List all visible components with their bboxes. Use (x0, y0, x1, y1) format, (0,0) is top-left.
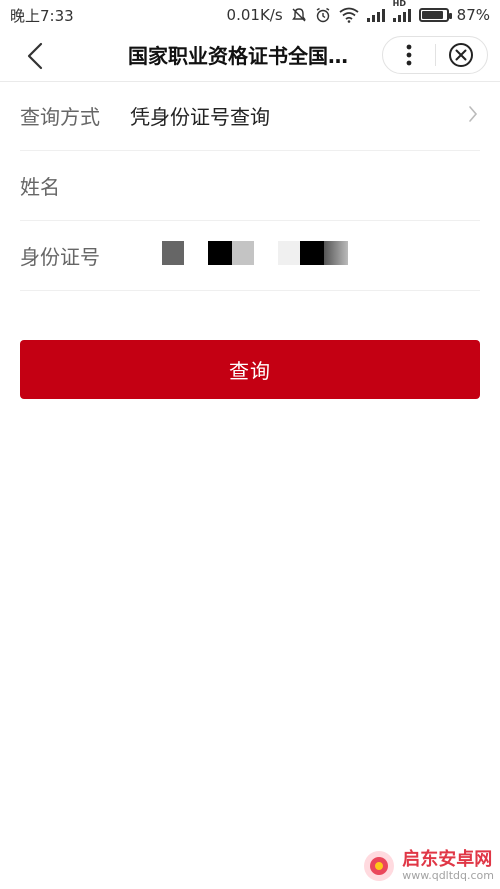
nav-bar: 国家职业资格证书全国… (0, 30, 500, 82)
page-title: 国家职业资格证书全国… (128, 44, 348, 68)
more-button[interactable] (383, 37, 435, 73)
query-method-row[interactable]: 查询方式 凭身份证号查询 (20, 81, 480, 151)
alarm-icon (315, 7, 331, 23)
battery-percent: 87% (456, 6, 490, 24)
redacted-block (300, 240, 324, 265)
chevron-right-icon (469, 106, 478, 122)
status-time: 晚上7:33 (10, 6, 74, 25)
watermark-text: 启东安卓网 www.qdltdq.com (402, 850, 494, 882)
redacted-block (208, 240, 232, 265)
watermark-title: 启东安卓网 (402, 849, 493, 871)
network-speed: 0.01K/s (226, 6, 283, 24)
close-button[interactable] (436, 37, 488, 73)
mini-program-capsule (382, 36, 488, 74)
id-number-input[interactable] (130, 240, 430, 271)
redacted-block (324, 240, 348, 265)
signal-icon (366, 8, 385, 22)
logo-icon (364, 851, 395, 881)
query-method-label: 查询方式 (20, 105, 100, 129)
id-row: 身份证号 (20, 221, 480, 291)
query-method-value: 凭身份证号查询 (130, 105, 270, 129)
query-button[interactable]: 查询 (20, 340, 480, 399)
redacted-block (278, 240, 300, 265)
watermark: 启东安卓网 www.qdltdq.com (362, 849, 494, 883)
back-button[interactable] (0, 30, 70, 82)
query-form: 查询方式 凭身份证号查询 姓名 身份证号 (20, 81, 480, 291)
more-vertical-icon (406, 44, 412, 66)
redacted-block (162, 240, 184, 265)
hd-label: HD (392, 0, 406, 8)
chevron-left-icon (27, 42, 43, 69)
hd-signal-icon: HD (392, 0, 411, 22)
name-label: 姓名 (20, 175, 60, 199)
redacted-block (232, 240, 254, 265)
battery-fill (421, 11, 443, 19)
status-right: 0.01K/s HD 87% (226, 0, 490, 24)
watermark-url: www.qdltdq.com (402, 868, 494, 882)
status-bar: 晚上7:33 0.01K/s HD 87% (0, 0, 500, 30)
id-label: 身份证号 (20, 245, 100, 269)
name-row: 姓名 (20, 151, 480, 221)
close-circle-icon (449, 43, 474, 67)
name-input[interactable] (130, 166, 480, 206)
wifi-icon (339, 7, 359, 23)
mute-icon (291, 7, 307, 23)
battery-icon (418, 8, 452, 22)
